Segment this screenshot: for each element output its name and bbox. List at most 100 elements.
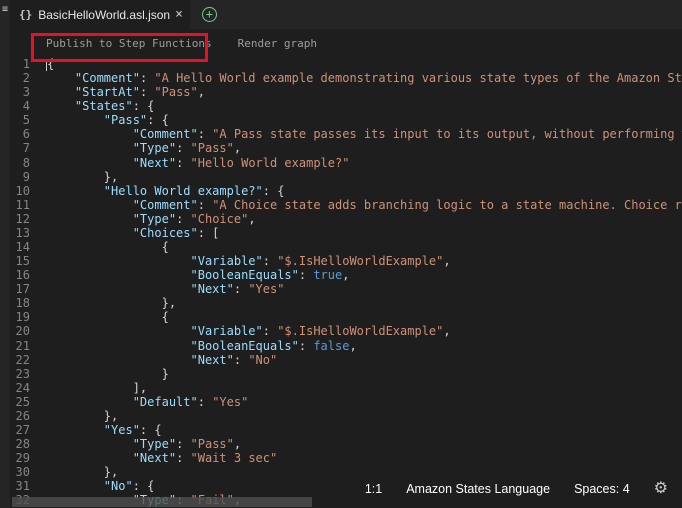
line-number: 7 <box>10 141 30 155</box>
code-line[interactable]: 29 "Next": "Wait 3 sec" <box>10 451 682 465</box>
code-text: { <box>46 310 169 324</box>
cursor-position[interactable]: 1:1 <box>365 482 382 496</box>
code-line[interactable]: 16 "BooleanEquals": true, <box>10 268 682 282</box>
code-text: "Comment": "A Hello World example demons… <box>46 71 682 85</box>
code-text: "Default": "Yes" <box>46 395 248 409</box>
code-text: } <box>46 367 169 381</box>
code-editor: Publish to Step Functions Render graph 1… <box>10 29 682 508</box>
line-number: 9 <box>10 170 30 184</box>
close-icon[interactable]: × <box>175 8 183 21</box>
line-number: 3 <box>10 85 30 99</box>
code-line[interactable]: 26 }, <box>10 409 682 423</box>
code-line[interactable]: 18 }, <box>10 296 682 310</box>
add-button[interactable]: + <box>202 7 217 22</box>
code-text: "Next": "No" <box>46 353 277 367</box>
line-number: 19 <box>10 310 30 324</box>
code-line[interactable]: 23 } <box>10 367 682 381</box>
code-text: "Comment": "A Pass state passes its inpu… <box>46 127 682 141</box>
code-line[interactable]: 21 "BooleanEquals": false, <box>10 339 682 353</box>
code-text: "Type": "Choice", <box>46 212 256 226</box>
code-text: "States": { <box>46 99 154 113</box>
code-line[interactable]: 15 "Variable": "$.IsHelloWorldExample", <box>10 254 682 268</box>
code-line[interactable]: 12 "Type": "Choice", <box>10 212 682 226</box>
code-text: "Next": "Hello World example?" <box>46 156 349 170</box>
line-number: 29 <box>10 451 30 465</box>
tab-basichelloworld[interactable]: {} BasicHelloWorld.asl.json × <box>10 0 190 29</box>
render-graph-link[interactable]: Render graph <box>238 37 317 57</box>
codelens-bar: Publish to Step Functions Render graph <box>10 29 682 57</box>
code-line[interactable]: 24 ], <box>10 381 682 395</box>
code-text: }, <box>46 465 118 479</box>
code-text: { <box>46 240 169 254</box>
line-number: 20 <box>10 324 30 338</box>
code-line[interactable]: 7 "Type": "Pass", <box>10 141 682 155</box>
line-number: 2 <box>10 71 30 85</box>
line-number: 30 <box>10 465 30 479</box>
indentation-setting[interactable]: Spaces: 4 <box>574 482 630 496</box>
line-number: 1 <box>10 57 30 71</box>
code-line[interactable]: 11 "Comment": "A Choice state adds branc… <box>10 198 682 212</box>
code-line[interactable]: 5 "Pass": { <box>10 113 682 127</box>
code-line[interactable]: 17 "Next": "Yes" <box>10 282 682 296</box>
code-line[interactable]: 9 }, <box>10 170 682 184</box>
code-line[interactable]: 19 { <box>10 310 682 324</box>
tab-bar: {} BasicHelloWorld.asl.json × + <box>10 0 682 29</box>
code-text: "No": { <box>46 479 154 493</box>
line-number: 31 <box>10 479 30 493</box>
line-number: 6 <box>10 127 30 141</box>
line-number: 23 <box>10 367 30 381</box>
code-line[interactable]: 27 "Yes": { <box>10 423 682 437</box>
line-number: 24 <box>10 381 30 395</box>
code-text: "Next": "Yes" <box>46 282 284 296</box>
code-line[interactable]: 28 "Type": "Pass", <box>10 437 682 451</box>
vscode-window: ≡ {} BasicHelloWorld.asl.json × + Publis… <box>0 0 682 508</box>
code-line[interactable]: 1{ <box>10 57 682 71</box>
code-line[interactable]: 20 "Variable": "$.IsHelloWorldExample", <box>10 324 682 338</box>
line-number: 27 <box>10 423 30 437</box>
line-number: 17 <box>10 282 30 296</box>
code-text: ], <box>46 381 147 395</box>
horizontal-scrollbar-thumb[interactable] <box>12 497 312 507</box>
code-text: "BooleanEquals": true, <box>46 268 349 282</box>
line-number: 28 <box>10 437 30 451</box>
code-line[interactable]: 25 "Default": "Yes" <box>10 395 682 409</box>
line-number: 10 <box>10 184 30 198</box>
code-text: }, <box>46 170 118 184</box>
code-line[interactable]: 2 "Comment": "A Hello World example demo… <box>10 71 682 85</box>
code-text: "Choices": [ <box>46 226 219 240</box>
code-text: }, <box>46 296 176 310</box>
language-mode[interactable]: Amazon States Language <box>406 482 550 496</box>
code-text: "Comment": "A Choice state adds branchin… <box>46 198 682 212</box>
code-text: { <box>46 57 54 71</box>
code-line[interactable]: 22 "Next": "No" <box>10 353 682 367</box>
code-text: "Variable": "$.IsHelloWorldExample", <box>46 324 451 338</box>
status-bar: 1:1 Amazon States Language Spaces: 4 ⚙ <box>365 481 668 497</box>
code-text: }, <box>46 409 118 423</box>
code-line[interactable]: 10 "Hello World example?": { <box>10 184 682 198</box>
code-line[interactable]: 3 "StartAt": "Pass", <box>10 85 682 99</box>
activity-bar-strip: ≡ <box>0 0 10 508</box>
line-number: 14 <box>10 240 30 254</box>
line-number: 8 <box>10 156 30 170</box>
code-line[interactable]: 13 "Choices": [ <box>10 226 682 240</box>
code-lines: 1{2 "Comment": "A Hello World example de… <box>10 57 682 508</box>
menu-icon[interactable]: ≡ <box>0 5 10 15</box>
code-line[interactable]: 14 { <box>10 240 682 254</box>
code-text: "Pass": { <box>46 113 169 127</box>
line-number: 25 <box>10 395 30 409</box>
json-braces-icon: {} <box>19 8 32 21</box>
line-number: 15 <box>10 254 30 268</box>
code-text: "Yes": { <box>46 423 162 437</box>
line-number: 4 <box>10 99 30 113</box>
line-number: 5 <box>10 113 30 127</box>
line-number: 13 <box>10 226 30 240</box>
tab-label: BasicHelloWorld.asl.json <box>38 8 170 22</box>
code-line[interactable]: 4 "States": { <box>10 99 682 113</box>
publish-to-step-functions-link[interactable]: Publish to Step Functions <box>46 37 212 57</box>
code-text: "Type": "Pass", <box>46 141 241 155</box>
line-number: 22 <box>10 353 30 367</box>
settings-gear-icon[interactable]: ⚙ <box>654 481 668 497</box>
code-line[interactable]: 8 "Next": "Hello World example?" <box>10 156 682 170</box>
code-line[interactable]: 6 "Comment": "A Pass state passes its in… <box>10 127 682 141</box>
code-line[interactable]: 30 }, <box>10 465 682 479</box>
